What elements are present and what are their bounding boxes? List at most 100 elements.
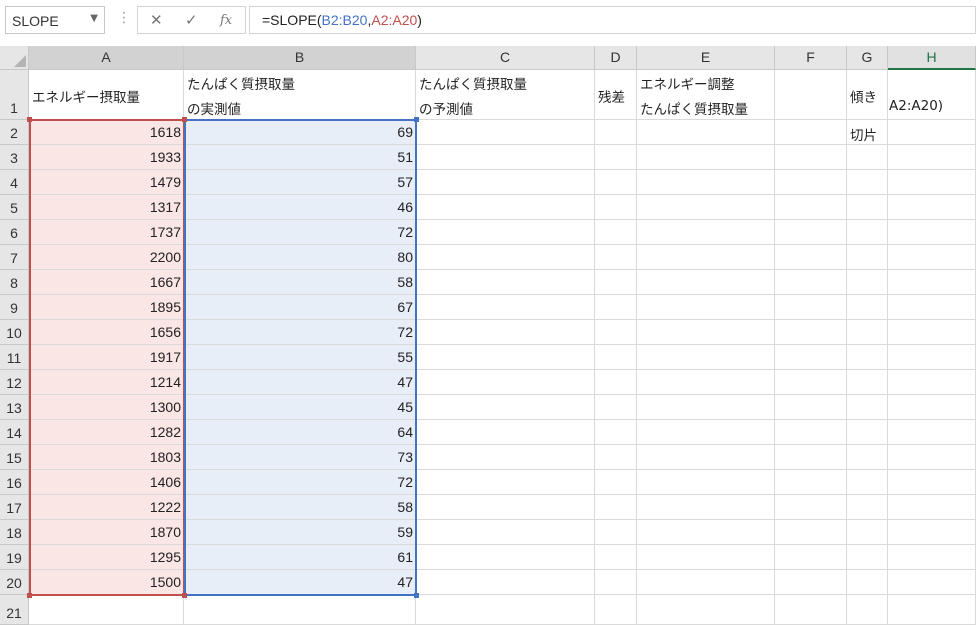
row-header[interactable]: 6 (0, 220, 29, 245)
select-all-button[interactable] (0, 46, 29, 70)
cell-b20[interactable]: 47 (184, 570, 416, 595)
cell-g20[interactable] (847, 570, 888, 595)
cell-g15[interactable] (847, 445, 888, 470)
cell-f20[interactable] (775, 570, 847, 595)
cancel-icon[interactable]: ✕ (150, 11, 163, 29)
cell-e10[interactable] (637, 320, 775, 345)
cell-h10[interactable] (888, 320, 976, 345)
cell-a19[interactable]: 1295 (29, 545, 184, 570)
cell-a21[interactable] (29, 595, 184, 625)
cell-h15[interactable] (888, 445, 976, 470)
cell-c3[interactable] (416, 145, 595, 170)
cell-e5[interactable] (637, 195, 775, 220)
cell-c12[interactable] (416, 370, 595, 395)
cell-g14[interactable] (847, 420, 888, 445)
cell-d19[interactable] (595, 545, 637, 570)
cell-a14[interactable]: 1282 (29, 420, 184, 445)
cell-c11[interactable] (416, 345, 595, 370)
cell-e4[interactable] (637, 170, 775, 195)
cell-f12[interactable] (775, 370, 847, 395)
cell-d3[interactable] (595, 145, 637, 170)
cell-c7[interactable] (416, 245, 595, 270)
cell-g19[interactable] (847, 545, 888, 570)
cell-d14[interactable] (595, 420, 637, 445)
cell-f10[interactable] (775, 320, 847, 345)
cell-d8[interactable] (595, 270, 637, 295)
cell-f5[interactable] (775, 195, 847, 220)
cell-g16[interactable] (847, 470, 888, 495)
cell-f11[interactable] (775, 345, 847, 370)
cell-d10[interactable] (595, 320, 637, 345)
cell-d13[interactable] (595, 395, 637, 420)
cell-h12[interactable] (888, 370, 976, 395)
cell-c19[interactable] (416, 545, 595, 570)
row-header[interactable]: 3 (0, 145, 29, 170)
row-header[interactable]: 18 (0, 520, 29, 545)
cell-a17[interactable]: 1222 (29, 495, 184, 520)
cell-c9[interactable] (416, 295, 595, 320)
cell-a4[interactable]: 1479 (29, 170, 184, 195)
cell-h11[interactable] (888, 345, 976, 370)
cell-h16[interactable] (888, 470, 976, 495)
cell-g21[interactable] (847, 595, 888, 625)
cell-f8[interactable] (775, 270, 847, 295)
cell-f14[interactable] (775, 420, 847, 445)
cell-e17[interactable] (637, 495, 775, 520)
cell-c18[interactable] (416, 520, 595, 545)
cell-e8[interactable] (637, 270, 775, 295)
cell-c13[interactable] (416, 395, 595, 420)
cell-e18[interactable] (637, 520, 775, 545)
cell-e2[interactable] (637, 120, 775, 145)
cell-d12[interactable] (595, 370, 637, 395)
cell-e9[interactable] (637, 295, 775, 320)
cell-g11[interactable] (847, 345, 888, 370)
cell-h21[interactable] (888, 595, 976, 625)
cell-h19[interactable] (888, 545, 976, 570)
cell-a16[interactable]: 1406 (29, 470, 184, 495)
column-header-d[interactable]: D (595, 46, 637, 70)
row-header[interactable]: 7 (0, 245, 29, 270)
cell-f2[interactable] (775, 120, 847, 145)
cell-d17[interactable] (595, 495, 637, 520)
cell-b3[interactable]: 51 (184, 145, 416, 170)
cell-e16[interactable] (637, 470, 775, 495)
cell-h4[interactable] (888, 170, 976, 195)
cell-f19[interactable] (775, 545, 847, 570)
cell-c10[interactable] (416, 320, 595, 345)
cell-f15[interactable] (775, 445, 847, 470)
row-header[interactable]: 21 (0, 595, 29, 625)
cell-d11[interactable] (595, 345, 637, 370)
cell-g13[interactable] (847, 395, 888, 420)
cell-b8[interactable]: 58 (184, 270, 416, 295)
cell-f17[interactable] (775, 495, 847, 520)
cell-d20[interactable] (595, 570, 637, 595)
formula-input[interactable]: =SLOPE(B2:B20,A2:A20) (249, 6, 976, 34)
cell-a2[interactable]: 1618 (29, 120, 184, 145)
cell-b15[interactable]: 73 (184, 445, 416, 470)
row-header[interactable]: 15 (0, 445, 29, 470)
cell-a11[interactable]: 1917 (29, 345, 184, 370)
cell-e3[interactable] (637, 145, 775, 170)
column-header-c[interactable]: C (416, 46, 595, 70)
cell-g18[interactable] (847, 520, 888, 545)
cell-e7[interactable] (637, 245, 775, 270)
cell-e13[interactable] (637, 395, 775, 420)
cell-f21[interactable] (775, 595, 847, 625)
row-header[interactable]: 10 (0, 320, 29, 345)
cell-b21[interactable] (184, 595, 416, 625)
cell-h18[interactable] (888, 520, 976, 545)
cell-e6[interactable] (637, 220, 775, 245)
row-header[interactable]: 4 (0, 170, 29, 195)
cell-g10[interactable] (847, 320, 888, 345)
cell-f3[interactable] (775, 145, 847, 170)
cell-e20[interactable] (637, 570, 775, 595)
column-header-a[interactable]: A (29, 46, 184, 70)
column-header-h[interactable]: H (888, 46, 976, 70)
cell-c14[interactable] (416, 420, 595, 445)
cell-c15[interactable] (416, 445, 595, 470)
cell-b2[interactable]: 69 (184, 120, 416, 145)
chevron-down-icon[interactable]: ▼ (90, 13, 98, 24)
cell-c16[interactable] (416, 470, 595, 495)
cell-b10[interactable]: 72 (184, 320, 416, 345)
column-header-b[interactable]: B (184, 46, 416, 70)
